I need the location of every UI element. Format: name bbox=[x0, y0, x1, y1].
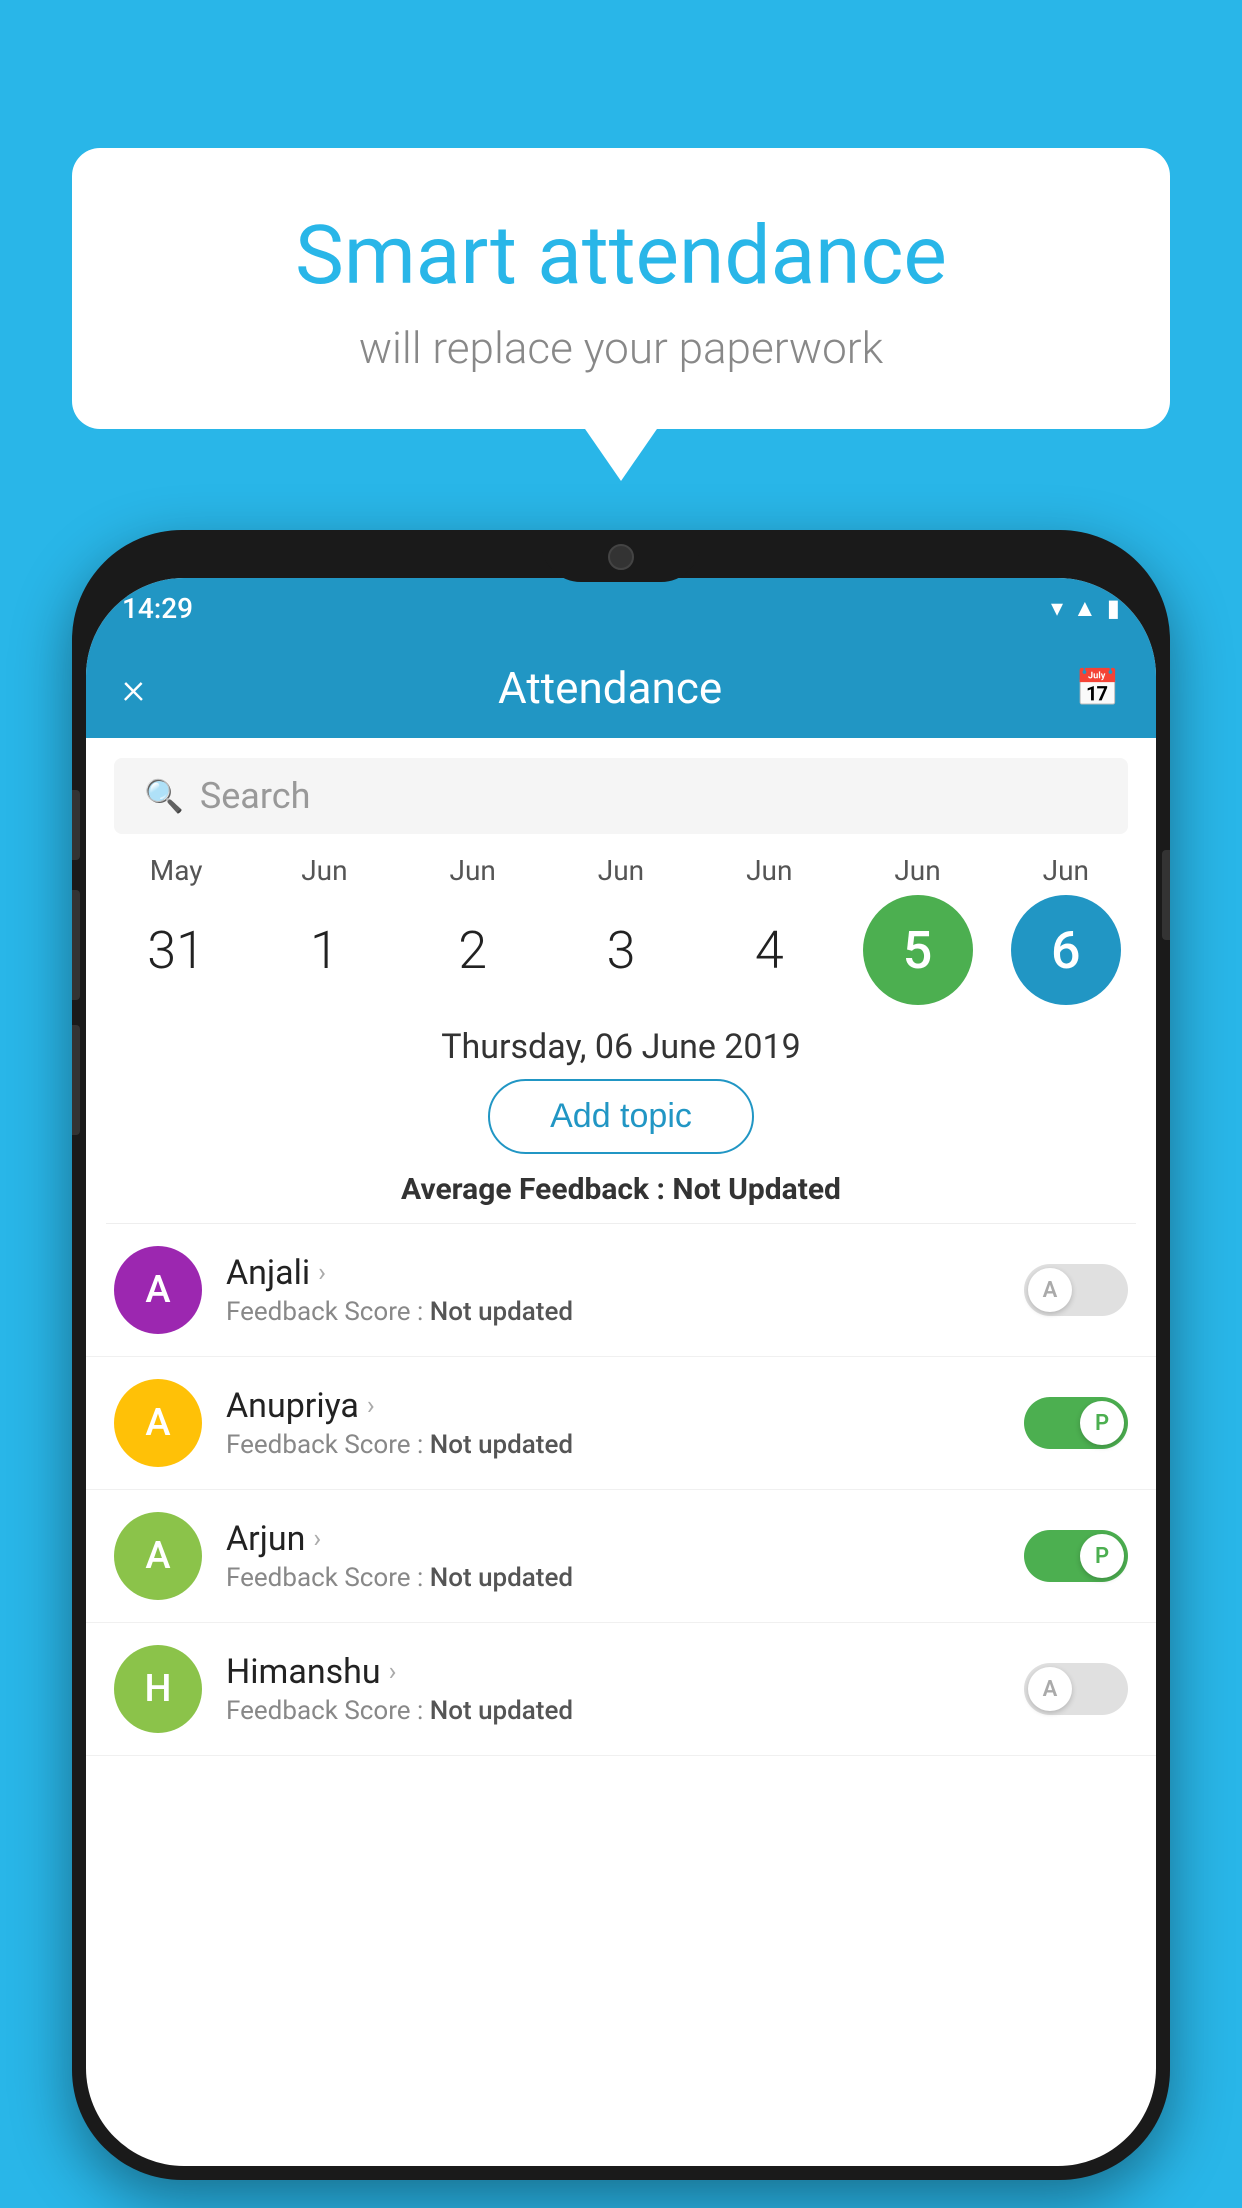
student-row[interactable]: A Anupriya › Feedback Score : Not updated P bbox=[86, 1357, 1156, 1490]
student-name: Arjun › bbox=[226, 1519, 1024, 1559]
power-button bbox=[1162, 850, 1170, 940]
student-feedback: Feedback Score : Not updated bbox=[226, 1430, 1024, 1460]
feedback-value: Not updated bbox=[430, 1563, 573, 1593]
phone-screen: 14:29 ▾ ▲ ▮ × Attendance 📅 🔍 Search May 3… bbox=[86, 578, 1156, 2166]
student-row[interactable]: H Himanshu › Feedback Score : Not updatedA bbox=[86, 1623, 1156, 1756]
header-title: Attendance bbox=[145, 662, 1075, 714]
chevron-icon: › bbox=[313, 1524, 321, 1554]
chevron-icon: › bbox=[389, 1657, 397, 1687]
bubble-title: Smart attendance bbox=[112, 208, 1130, 304]
date-month: Jun bbox=[746, 854, 792, 887]
student-name: Anupriya › bbox=[226, 1386, 1024, 1426]
student-feedback: Feedback Score : Not updated bbox=[226, 1696, 1024, 1726]
date-number: 3 bbox=[566, 895, 676, 1005]
toggle-container[interactable]: A bbox=[1024, 1264, 1128, 1316]
close-button[interactable]: × bbox=[122, 662, 145, 714]
feedback-value: Not updated bbox=[430, 1430, 573, 1460]
attendance-toggle[interactable]: A bbox=[1024, 1663, 1128, 1715]
phone-notch bbox=[541, 530, 701, 582]
attendance-toggle[interactable]: P bbox=[1024, 1397, 1128, 1449]
avg-feedback-label: Average Feedback : bbox=[401, 1172, 665, 1207]
speech-bubble-container: Smart attendance will replace your paper… bbox=[72, 148, 1170, 429]
student-info: Himanshu › Feedback Score : Not updated bbox=[226, 1652, 1024, 1726]
signal-icon: ▲ bbox=[1073, 594, 1097, 623]
toggle-knob: P bbox=[1080, 1401, 1124, 1445]
toggle-knob: P bbox=[1080, 1534, 1124, 1578]
student-avatar: A bbox=[114, 1512, 202, 1600]
toggle-knob: A bbox=[1028, 1667, 1072, 1711]
volume-up-button bbox=[72, 790, 80, 860]
date-item[interactable]: Jun 1 bbox=[259, 854, 389, 1005]
student-row[interactable]: A Arjun › Feedback Score : Not updated P bbox=[86, 1490, 1156, 1623]
date-month: May bbox=[150, 854, 203, 887]
date-month: Jun bbox=[1043, 854, 1089, 887]
avg-feedback-value: Not Updated bbox=[672, 1172, 841, 1207]
student-info: Anjali › Feedback Score : Not updated bbox=[226, 1253, 1024, 1327]
search-bar[interactable]: 🔍 Search bbox=[114, 758, 1128, 834]
date-number: 31 bbox=[121, 895, 231, 1005]
date-number: 2 bbox=[418, 895, 528, 1005]
date-item[interactable]: Jun 3 bbox=[556, 854, 686, 1005]
status-bar: 14:29 ▾ ▲ ▮ bbox=[86, 578, 1156, 638]
toggle-container[interactable]: A bbox=[1024, 1663, 1128, 1715]
student-feedback: Feedback Score : Not updated bbox=[226, 1563, 1024, 1593]
date-number: 1 bbox=[269, 895, 379, 1005]
volume-down-button bbox=[72, 890, 80, 1000]
date-month: Jun bbox=[450, 854, 496, 887]
date-item[interactable]: Jun 2 bbox=[408, 854, 538, 1005]
date-strip: May 31 Jun 1 Jun 2 Jun 3 Jun 4 Jun 5 Jun 6 bbox=[86, 834, 1156, 1005]
date-number: 5 bbox=[863, 895, 973, 1005]
student-avatar: A bbox=[114, 1379, 202, 1467]
date-number: 4 bbox=[714, 895, 824, 1005]
toggle-container[interactable]: P bbox=[1024, 1397, 1128, 1449]
status-time: 14:29 bbox=[122, 592, 193, 625]
front-camera bbox=[608, 544, 634, 570]
search-placeholder: Search bbox=[200, 775, 311, 817]
chevron-icon: › bbox=[318, 1258, 326, 1288]
date-month: Jun bbox=[598, 854, 644, 887]
feedback-value: Not updated bbox=[430, 1297, 573, 1327]
student-name: Himanshu › bbox=[226, 1652, 1024, 1692]
date-month: Jun bbox=[301, 854, 347, 887]
attendance-toggle[interactable]: P bbox=[1024, 1530, 1128, 1582]
selected-date-label: Thursday, 06 June 2019 bbox=[86, 1027, 1156, 1067]
feedback-value: Not updated bbox=[430, 1696, 573, 1726]
date-item[interactable]: Jun 4 bbox=[704, 854, 834, 1005]
date-item[interactable]: Jun 6 bbox=[1001, 854, 1131, 1005]
student-list: AAnjali ›Feedback Score : Not updatedAAA… bbox=[86, 1224, 1156, 1756]
attendance-toggle[interactable]: A bbox=[1024, 1264, 1128, 1316]
student-info: Arjun › Feedback Score : Not updated bbox=[226, 1519, 1024, 1593]
avg-feedback: Average Feedback : Not Updated bbox=[86, 1172, 1156, 1207]
phone-frame: 14:29 ▾ ▲ ▮ × Attendance 📅 🔍 Search May 3… bbox=[72, 530, 1170, 2180]
bubble-subtitle: will replace your paperwork bbox=[112, 322, 1130, 374]
student-feedback: Feedback Score : Not updated bbox=[226, 1297, 1024, 1327]
student-name: Anjali › bbox=[226, 1253, 1024, 1293]
status-icons: ▾ ▲ ▮ bbox=[1051, 594, 1120, 623]
date-item[interactable]: Jun 5 bbox=[853, 854, 983, 1005]
student-avatar: A bbox=[114, 1246, 202, 1334]
toggle-knob: A bbox=[1028, 1268, 1072, 1312]
add-topic-button[interactable]: Add topic bbox=[488, 1079, 754, 1154]
battery-icon: ▮ bbox=[1107, 594, 1120, 622]
search-icon: 🔍 bbox=[144, 777, 184, 815]
camera-button bbox=[72, 1025, 80, 1135]
chevron-icon: › bbox=[367, 1391, 375, 1421]
app-header: × Attendance 📅 bbox=[86, 638, 1156, 738]
student-info: Anupriya › Feedback Score : Not updated bbox=[226, 1386, 1024, 1460]
date-number: 6 bbox=[1011, 895, 1121, 1005]
wifi-icon: ▾ bbox=[1051, 594, 1063, 622]
calendar-icon[interactable]: 📅 bbox=[1075, 667, 1120, 709]
speech-bubble: Smart attendance will replace your paper… bbox=[72, 148, 1170, 429]
toggle-container[interactable]: P bbox=[1024, 1530, 1128, 1582]
student-row[interactable]: AAnjali ›Feedback Score : Not updatedA bbox=[86, 1224, 1156, 1357]
student-avatar: H bbox=[114, 1645, 202, 1733]
date-item[interactable]: May 31 bbox=[111, 854, 241, 1005]
date-month: Jun bbox=[894, 854, 940, 887]
